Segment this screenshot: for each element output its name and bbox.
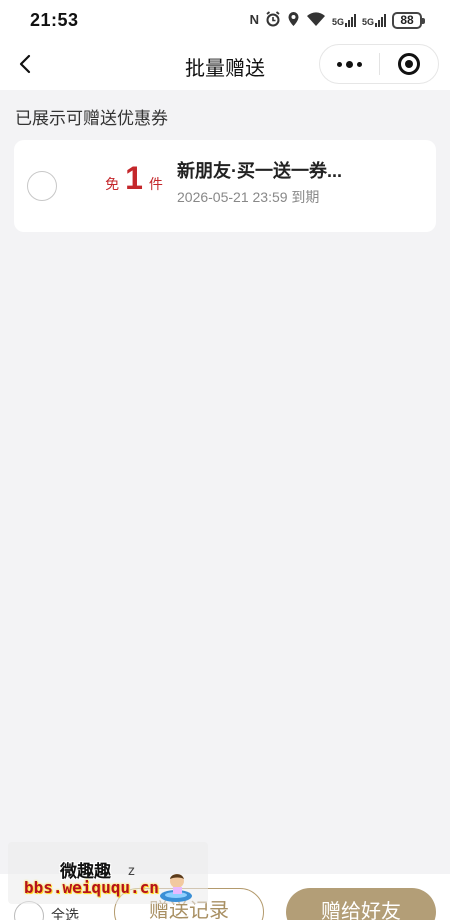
site-watermark: 微趣趣 z bbs.weiququ.cn bbox=[8, 842, 208, 904]
more-button[interactable] bbox=[320, 45, 379, 83]
target-icon-dot bbox=[404, 60, 413, 68]
coupon-badge-prefix: 免 bbox=[105, 176, 120, 192]
signal-bars-icon bbox=[344, 13, 356, 27]
coupon-badge-number: 1 bbox=[125, 160, 143, 196]
signal-1-label: 5G bbox=[331, 17, 344, 27]
status-icons: N 5G 5G 88 bbox=[249, 11, 425, 29]
battery-indicator: 88 bbox=[392, 11, 425, 29]
watermark-mark: z bbox=[128, 862, 135, 878]
signal-2: 5G bbox=[362, 13, 386, 27]
coupon-name: 新朋友·买一送一券... bbox=[177, 161, 342, 181]
coupon-badge: 免 1 件 bbox=[94, 160, 174, 200]
watermark-figure-icon bbox=[160, 874, 192, 902]
coupon-select-radio[interactable] bbox=[27, 171, 57, 201]
signal-1: 5G bbox=[332, 13, 356, 27]
more-icon-dot bbox=[345, 60, 353, 68]
nfc-icon: N bbox=[249, 12, 259, 27]
status-time: 21:53 bbox=[30, 10, 79, 30]
wifi-icon bbox=[306, 11, 326, 29]
signal-2-label: 5G bbox=[361, 17, 374, 27]
more-icon bbox=[336, 61, 342, 67]
coupon-expiry: 2026-05-21 23:59 到期 bbox=[177, 189, 320, 205]
status-bar: 21:53 N 5G 5G 88 bbox=[0, 0, 450, 40]
mini-program-capsule bbox=[319, 44, 439, 84]
coupon-badge-suffix: 件 bbox=[148, 176, 163, 192]
gift-to-friend-button[interactable]: 赠给好友 bbox=[286, 888, 436, 920]
section-label: 已展示可赠送优惠券 bbox=[15, 109, 168, 128]
nav-bar: 批量赠送 bbox=[0, 40, 450, 90]
close-mini-program-button[interactable] bbox=[379, 45, 438, 83]
coupon-card[interactable]: 免 1 件 新朋友·买一送一券... 2026-05-21 23:59 到期 bbox=[14, 140, 436, 232]
location-icon bbox=[287, 11, 300, 29]
select-all-label[interactable]: 全选 bbox=[51, 905, 79, 920]
watermark-url: bbs.weiququ.cn bbox=[24, 878, 159, 897]
signal-bars-icon bbox=[375, 13, 386, 27]
alarm-icon bbox=[265, 11, 281, 29]
more-icon-dot bbox=[356, 61, 362, 67]
target-icon bbox=[397, 53, 420, 75]
